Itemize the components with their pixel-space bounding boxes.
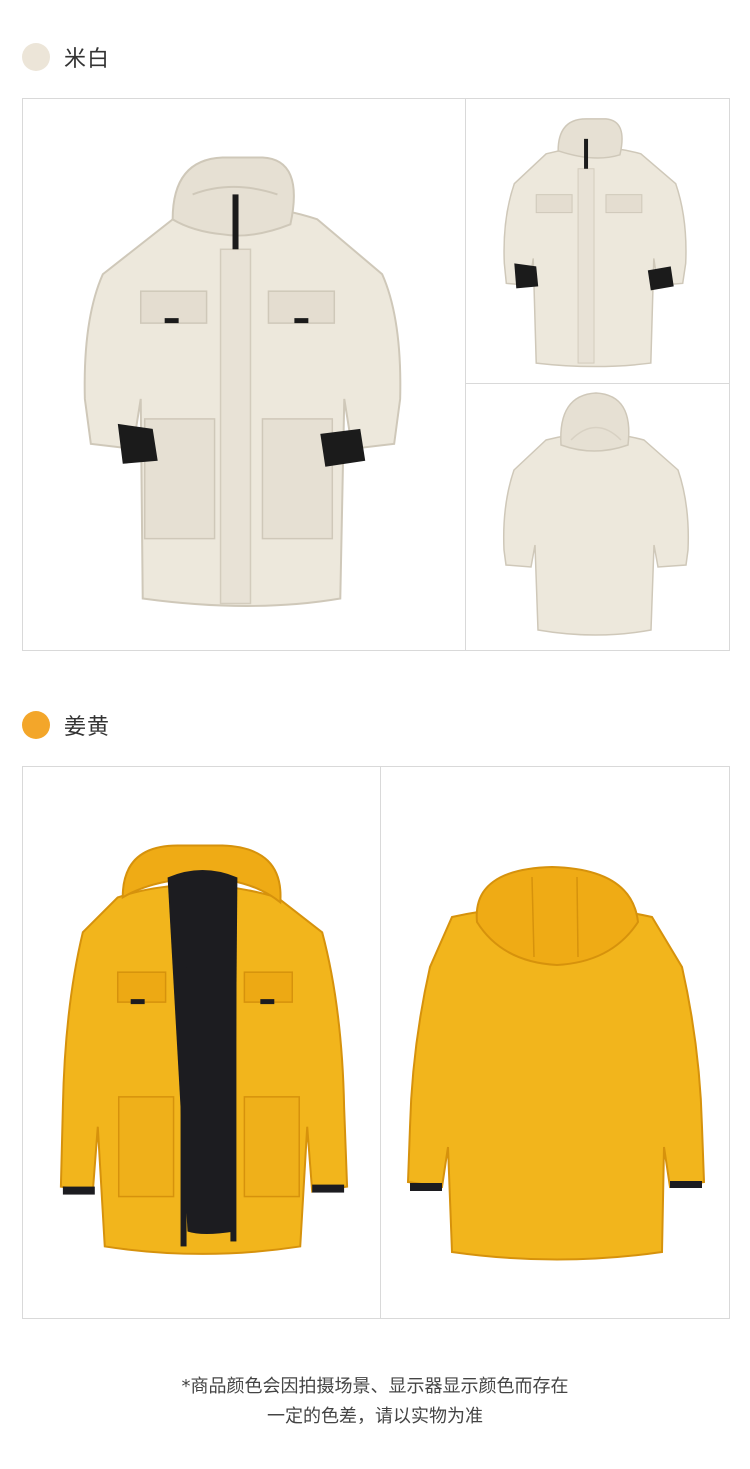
- color-swatch-yellow: [22, 711, 50, 739]
- yellow-jacket-back-photo[interactable]: [382, 767, 729, 1318]
- color-name-yellow: 姜黄: [64, 715, 111, 740]
- color-name-beige: 米白: [64, 47, 111, 72]
- color-swatch-beige: [22, 43, 50, 71]
- beige-jacket-front-small-photo[interactable]: [466, 99, 729, 384]
- yellow-photo-grid: [22, 766, 730, 1319]
- color-option-yellow[interactable]: 姜黄: [22, 710, 110, 740]
- yellow-jacket-back-image: [406, 865, 706, 1261]
- color-option-beige[interactable]: 米白: [22, 42, 110, 72]
- yellow-jacket-front-image: [59, 844, 349, 1255]
- beige-jacket-back-photo[interactable]: [466, 385, 729, 650]
- beige-photo-grid: [22, 98, 730, 651]
- disclaimer-line-2: 一定的色差，请以实物为准: [267, 1406, 483, 1427]
- disclaimer-line-1: *商品颜色会因拍摄场景、显示器显示颜色而存在: [181, 1376, 569, 1397]
- beige-jacket-front-photo[interactable]: [23, 99, 466, 650]
- beige-jacket-back-image: [502, 392, 690, 636]
- beige-jacket-front-image: [83, 156, 402, 607]
- beige-jacket-front-small-image: [503, 118, 687, 368]
- yellow-jacket-front-photo[interactable]: [23, 767, 381, 1318]
- color-disclaimer: *商品颜色会因拍摄场景、显示器显示颜色而存在 一定的色差，请以实物为准: [0, 1372, 750, 1432]
